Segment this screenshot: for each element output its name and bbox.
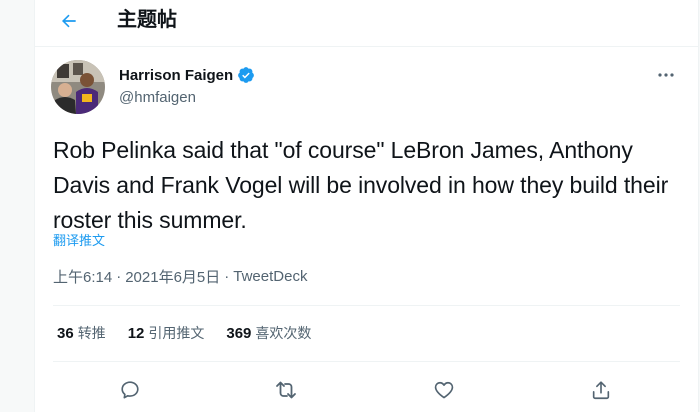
likes-stat[interactable]: 369 喜欢次数	[226, 323, 311, 343]
author-name-line: Harrison Faigen	[119, 66, 255, 84]
retweets-label: 转推	[77, 326, 106, 342]
meta-separator: ·	[116, 268, 122, 285]
divider	[53, 361, 680, 362]
back-button[interactable]	[55, 7, 83, 35]
arrow-left-icon	[62, 14, 76, 28]
page-title: 主题帖	[117, 7, 177, 31]
tweet-time[interactable]: 上午6:14	[53, 266, 112, 287]
quote-tweets-label: 引用推文	[148, 326, 205, 342]
avatar[interactable]	[51, 60, 105, 114]
avatar-image	[51, 60, 105, 114]
author-handle[interactable]: @hmfaigen	[119, 89, 196, 106]
tweet-text: Rob Pelinka said that "of course" LeBron…	[53, 137, 669, 233]
share-button[interactable]	[581, 370, 621, 410]
retweets-count: 36	[57, 325, 74, 342]
retweet-button[interactable]	[266, 370, 306, 410]
tweet-detail-panel: 主题帖 Harrison Faigen @hmfaigen Rob Pelink…	[34, 0, 699, 412]
like-button[interactable]	[424, 370, 464, 410]
reply-icon	[121, 381, 139, 399]
translate-tweet-link[interactable]: 翻译推文	[53, 230, 105, 249]
divider	[53, 305, 680, 306]
meta-separator: ·	[224, 268, 230, 285]
more-options-button[interactable]	[654, 65, 678, 85]
verified-badge-icon	[238, 67, 255, 83]
tweet-meta: 上午6:14 · 2021年6月5日 · TweetDeck	[53, 266, 307, 287]
quote-tweets-stat[interactable]: 12 引用推文	[128, 323, 205, 343]
reply-button[interactable]	[110, 370, 150, 410]
tweet-stats: 36 转推 12 引用推文 369 喜欢次数	[57, 323, 333, 343]
tweet-source[interactable]: TweetDeck	[233, 268, 307, 285]
tweet-date[interactable]: 2021年6月5日	[125, 266, 220, 287]
author-name[interactable]: Harrison Faigen	[119, 67, 233, 84]
share-icon	[592, 381, 610, 400]
quote-tweets-count: 12	[127, 325, 145, 342]
more-horizontal-icon	[658, 73, 674, 77]
retweets-stat[interactable]: 36 转推	[57, 323, 106, 343]
retweet-icon	[276, 381, 296, 399]
like-icon	[434, 381, 454, 399]
header: 主题帖	[35, 0, 698, 47]
likes-count: 369	[226, 325, 252, 342]
tweet-actions	[35, 370, 698, 410]
likes-label: 喜欢次数	[255, 326, 312, 342]
